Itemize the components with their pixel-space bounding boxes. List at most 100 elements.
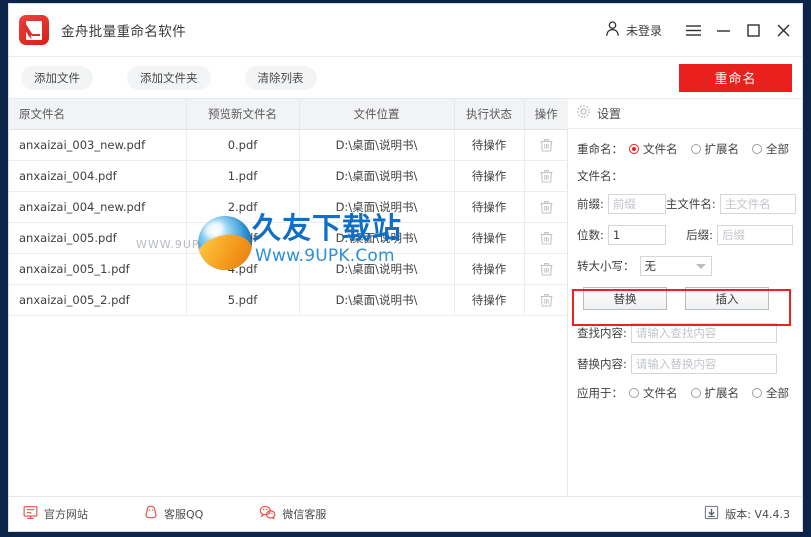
download-update-icon — [704, 505, 719, 523]
monitor-website-icon — [23, 505, 38, 523]
find-content-input[interactable] — [630, 323, 777, 343]
trash-icon[interactable] — [524, 222, 568, 254]
close-icon[interactable] — [768, 15, 798, 45]
replace-mode-button[interactable]: 替换 — [583, 287, 667, 310]
prefix-input[interactable] — [607, 194, 666, 214]
file-list-table: 原文件名 预览新文件名 文件位置 执行状态 操作 anxaizai_003_ne… — [9, 99, 568, 316]
radio-dot-icon — [752, 388, 762, 398]
radio-label: 扩展名 — [704, 386, 740, 400]
minimize-icon[interactable] — [708, 15, 738, 45]
file-list-body: anxaizai_003_new.pdf 0.pdf D:\桌面\说明书\ 待操… — [9, 129, 568, 316]
main-content: 原文件名 预览新文件名 文件位置 执行状态 操作 anxaizai_003_ne… — [9, 98, 802, 496]
cell-preview-name: 3.pdf — [186, 222, 300, 254]
case-convert-value: 无 — [644, 259, 657, 273]
clear-list-button[interactable]: 清除列表 — [244, 65, 317, 90]
table-row[interactable]: anxaizai_005.pdf 3.pdf D:\桌面\说明书\ 待操作 — [9, 222, 568, 254]
radio-rename-all[interactable]: 全部 — [752, 141, 789, 157]
table-row[interactable]: anxaizai_004.pdf 1.pdf D:\桌面\说明书\ 待操作 — [9, 160, 568, 192]
menu-hamburger-icon[interactable] — [678, 15, 708, 45]
chevron-down-icon — [695, 264, 706, 269]
settings-header: 设置 — [568, 99, 802, 129]
settings-pane: 设置 重命名： 文件名 扩展名 全部 文件名： 前缀: 前缀 主文件名: 主文件… — [568, 99, 802, 496]
application-window: 金舟批量重命名软件 未登录 添加文件 添加文件夹 清除列表 重命名 原文件名 预… — [8, 3, 803, 532]
table-header-row: 原文件名 预览新文件名 文件位置 执行状态 操作 — [9, 99, 568, 130]
file-list-pane: 原文件名 预览新文件名 文件位置 执行状态 操作 anxaizai_003_ne… — [9, 99, 568, 496]
trash-icon[interactable] — [524, 129, 568, 161]
rename-target-label: 重命名： — [577, 142, 623, 156]
mainname-input[interactable] — [719, 194, 796, 214]
prefix-mainname-row: 前缀: 主文件名: — [577, 194, 796, 214]
version-info[interactable]: 版本: V4.4.3 — [704, 505, 790, 523]
maximize-icon[interactable] — [738, 15, 768, 45]
insert-mode-button[interactable]: 插入 — [685, 287, 769, 310]
suffix-input[interactable] — [717, 225, 793, 245]
add-folder-button[interactable]: 添加文件夹 — [127, 65, 211, 90]
title-bar: 金舟批量重命名软件 未登录 — [9, 4, 802, 57]
wechat-support-link[interactable]: 微信客服 — [259, 505, 326, 523]
version-label: 版本: V4.4.3 — [725, 508, 790, 521]
cell-status: 待操作 — [454, 222, 525, 254]
case-convert-label: 转大小写： — [577, 259, 635, 273]
rename-button[interactable]: 重命名 — [679, 63, 792, 92]
rename-app-logo-icon — [19, 15, 49, 45]
cell-status: 待操作 — [454, 160, 525, 192]
cell-original-name: anxaizai_005_1.pdf — [9, 253, 187, 285]
replace-insert-button-row: 替换 插入 — [583, 287, 793, 310]
column-header-preview-name: 预览新文件名 — [186, 99, 300, 130]
table-row[interactable]: anxaizai_005_1.pdf 4.pdf D:\桌面\说明书\ 待操作 — [9, 253, 568, 285]
trash-icon[interactable] — [524, 253, 568, 285]
cell-location: D:\桌面\说明书\ — [299, 160, 455, 192]
user-account-icon — [604, 20, 621, 41]
cell-status: 待操作 — [454, 253, 525, 285]
cell-original-name: anxaizai_003_new.pdf — [9, 129, 187, 161]
cell-original-name: anxaizai_004_new.pdf — [9, 191, 187, 223]
case-convert-select[interactable]: 无 — [639, 256, 712, 276]
radio-rename-filename[interactable]: 文件名 — [629, 141, 678, 157]
radio-label: 全部 — [766, 142, 789, 156]
radio-rename-extension[interactable]: 扩展名 — [690, 141, 739, 157]
cell-preview-name: 0.pdf — [186, 129, 300, 161]
cell-location: D:\桌面\说明书\ — [299, 253, 455, 285]
prefix-label: 前缀: — [577, 197, 604, 211]
cell-preview-name: 5.pdf — [186, 284, 300, 316]
radio-dot-icon — [629, 388, 639, 398]
table-row[interactable]: anxaizai_003_new.pdf 0.pdf D:\桌面\说明书\ 待操… — [9, 129, 568, 161]
apply-to-label: 应用于： — [577, 386, 623, 400]
mainname-label: 主文件名: — [665, 197, 716, 211]
status-bar: 官方网站 客服QQ 微信客服 版本: V4.4.3 — [9, 496, 802, 531]
radio-applyto-filename[interactable]: 文件名 — [629, 385, 678, 401]
column-header-status: 执行状态 — [454, 99, 525, 130]
table-row[interactable]: anxaizai_005_2.pdf 5.pdf D:\桌面\说明书\ 待操作 — [9, 284, 568, 316]
apply-to-row: 应用于： 文件名 扩展名 全部 — [577, 385, 793, 401]
trash-icon[interactable] — [524, 160, 568, 192]
radio-applyto-extension[interactable]: 扩展名 — [690, 385, 740, 401]
radio-label: 文件名 — [643, 386, 678, 400]
app-title: 金舟批量重命名软件 — [61, 24, 187, 40]
trash-icon[interactable] — [524, 191, 568, 223]
cell-location: D:\桌面\说明书\ — [299, 191, 455, 223]
user-login-button[interactable]: 未登录 — [604, 20, 662, 41]
column-header-action: 操作 — [524, 99, 568, 130]
trash-icon[interactable] — [524, 284, 568, 316]
official-website-link[interactable]: 官方网站 — [23, 505, 88, 523]
replace-content-label: 替换内容: — [577, 357, 627, 371]
replace-content-input[interactable] — [630, 354, 777, 374]
cell-status: 待操作 — [454, 191, 525, 223]
radio-dot-icon — [629, 144, 639, 154]
official-website-label: 官方网站 — [44, 508, 88, 521]
cell-original-name: anxaizai_005.pdf — [9, 222, 187, 254]
qq-support-label: 客服QQ — [164, 508, 204, 521]
apply-to-radio-group: 文件名 扩展名 全部 — [629, 385, 789, 401]
table-row[interactable]: anxaizai_004_new.pdf 2.pdf D:\桌面\说明书\ 待操… — [9, 191, 568, 223]
radio-applyto-all[interactable]: 全部 — [752, 385, 789, 401]
filename-section-label: 文件名： — [577, 169, 623, 183]
cell-location: D:\桌面\说明书\ — [299, 222, 455, 254]
settings-title: 设置 — [597, 107, 622, 121]
digits-input[interactable] — [607, 225, 666, 245]
add-file-button[interactable]: 添加文件 — [21, 65, 93, 90]
radio-dot-icon — [690, 388, 701, 398]
qq-support-link[interactable]: 客服QQ — [144, 505, 203, 523]
cell-preview-name: 2.pdf — [186, 191, 300, 223]
wechat-icon — [259, 505, 276, 523]
find-content-label: 查找内容: — [577, 326, 627, 340]
